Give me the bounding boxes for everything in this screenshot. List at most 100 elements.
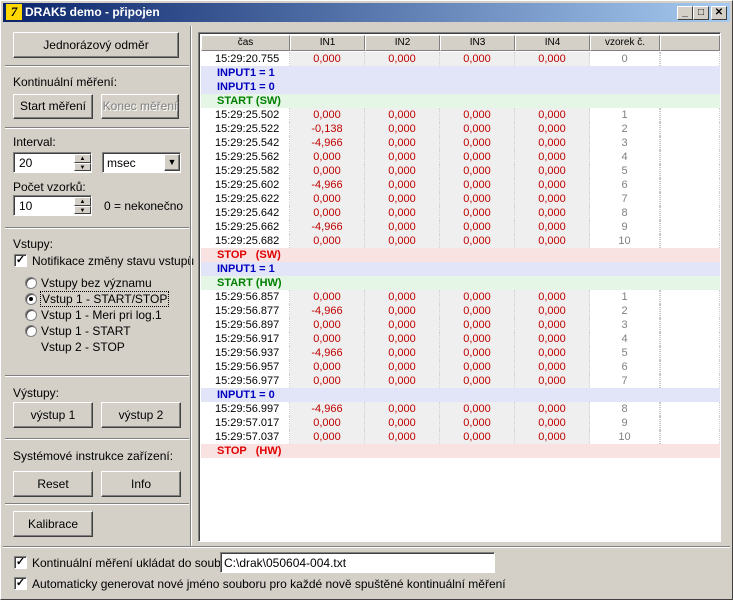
radio-start-stop[interactable] (25, 293, 37, 305)
table-row[interactable]: 15:29:25.622 0,000 0,000 0,000 0,000 7 (201, 192, 720, 206)
table-row[interactable]: 15:29:56.957 0,000 0,000 0,000 0,000 6 (201, 360, 720, 374)
event-row[interactable]: INPUT1 = 0 (201, 80, 720, 94)
check-icon: ✓ (15, 254, 26, 266)
start-measure-label: Start měření (19, 99, 87, 113)
column-header[interactable]: IN2 (365, 35, 440, 51)
radio-start-stop-split-line2: Vstup 2 - STOP (41, 340, 125, 354)
output2-button[interactable]: výstup 2 (101, 402, 181, 428)
empty-cell (660, 304, 720, 318)
auto-name-label[interactable]: Automaticky generovat nové jméno souboru… (32, 577, 506, 591)
column-header[interactable]: IN4 (515, 35, 590, 51)
maximize-button[interactable]: □ (693, 6, 709, 20)
event-row[interactable]: INPUT1 = 0 (201, 388, 720, 402)
table-row[interactable]: 15:29:25.642 0,000 0,000 0,000 0,000 8 (201, 206, 720, 220)
in3-cell: 0,000 (440, 416, 515, 430)
event-row[interactable]: INPUT1 = 1 (201, 66, 720, 80)
table-row[interactable]: 15:29:25.542 -4,966 0,000 0,000 0,000 3 (201, 136, 720, 150)
column-header[interactable]: IN1 (290, 35, 365, 51)
radio-start-stop-split-label[interactable]: Vstup 1 - START (41, 324, 131, 338)
stop-measure-button[interactable]: Konec měření (101, 94, 179, 119)
close-button[interactable]: ✕ (711, 6, 727, 20)
reset-button[interactable]: Reset (13, 471, 93, 497)
interval-input[interactable]: 20 ▲ ▼ (13, 152, 92, 173)
in2-cell: 0,000 (365, 402, 440, 416)
table-row[interactable]: 15:29:25.522 -0,138 0,000 0,000 0,000 2 (201, 122, 720, 136)
app-icon[interactable]: 7 (6, 4, 22, 20)
notify-checkbox[interactable]: ✓ (14, 254, 27, 267)
table-row[interactable]: 15:29:56.877 -4,966 0,000 0,000 0,000 2 (201, 304, 720, 318)
save-to-file-checkbox[interactable]: ✓ (14, 556, 27, 569)
in2-cell: 0,000 (365, 304, 440, 318)
in3-cell: 0,000 (440, 136, 515, 150)
table-row[interactable]: 15:29:25.662 -4,966 0,000 0,000 0,000 9 (201, 220, 720, 234)
event-row[interactable]: STOP (HW) (201, 444, 720, 458)
time-cell: 15:29:56.957 (201, 360, 290, 374)
calibration-button[interactable]: Kalibrace (13, 511, 93, 537)
radio-no-meaning-label[interactable]: Vstupy bez významu (41, 276, 152, 290)
save-to-file-label[interactable]: Kontinuální měření ukládat do souboru: (32, 556, 241, 570)
radio-measure-log1-label[interactable]: Vstup 1 - Meri pri log.1 (41, 308, 162, 322)
time-cell: 15:29:56.917 (201, 332, 290, 346)
spin-down-icon[interactable]: ▼ (74, 205, 91, 214)
auto-name-checkbox[interactable]: ✓ (14, 577, 27, 590)
minimize-icon: _ (682, 7, 688, 18)
table-row[interactable]: 15:29:25.582 0,000 0,000 0,000 0,000 5 (201, 164, 720, 178)
spin-down-icon[interactable]: ▼ (74, 162, 91, 171)
interval-spinner[interactable]: ▲ ▼ (74, 154, 91, 171)
spin-up-icon[interactable]: ▲ (74, 154, 91, 163)
measurement-table[interactable]: čas IN1 IN2 IN3 IN4 vzorek č. 15:29:20.7… (198, 32, 721, 542)
single-measure-button[interactable]: Jednorázový odměr (13, 32, 179, 58)
radio-no-meaning[interactable] (25, 277, 37, 289)
sample-count-input[interactable]: 10 ▲ ▼ (13, 195, 92, 216)
sample-number-cell: 4 (590, 150, 660, 164)
in2-cell: 0,000 (365, 122, 440, 136)
column-header[interactable]: vzorek č. (590, 35, 660, 51)
in3-cell: 0,000 (440, 178, 515, 192)
table-row[interactable]: 15:29:57.037 0,000 0,000 0,000 0,000 10 (201, 430, 720, 444)
table-row[interactable]: 15:29:57.017 0,000 0,000 0,000 0,000 9 (201, 416, 720, 430)
table-row[interactable]: 15:29:25.682 0,000 0,000 0,000 0,000 10 (201, 234, 720, 248)
radio-measure-log1[interactable] (25, 309, 37, 321)
table-row[interactable]: 15:29:56.857 0,000 0,000 0,000 0,000 1 (201, 290, 720, 304)
event-row[interactable]: START (HW) (201, 276, 720, 290)
output1-button[interactable]: výstup 1 (13, 402, 93, 428)
radio-start-stop-label[interactable]: Vstup 1 - START/STOP (40, 291, 170, 307)
title-bar[interactable]: 7 DRAK5 demo - připojen _ □ ✕ (3, 3, 730, 22)
sample-count-label: Počet vzorků: (13, 180, 86, 194)
table-row[interactable]: 15:29:20.755 0,000 0,000 0,000 0,000 0 (201, 52, 720, 66)
event-row[interactable]: STOP (SW) (201, 248, 720, 262)
info-button[interactable]: Info (101, 471, 181, 497)
event-row[interactable]: INPUT1 = 1 (201, 262, 720, 276)
event-text: STOP (SW) (217, 249, 281, 261)
chevron-down-icon[interactable]: ▼ (164, 154, 180, 171)
table-row[interactable]: 15:29:56.977 0,000 0,000 0,000 0,000 7 (201, 374, 720, 388)
table-row[interactable]: 15:29:56.917 0,000 0,000 0,000 0,000 4 (201, 332, 720, 346)
table-row[interactable]: 15:29:56.897 0,000 0,000 0,000 0,000 3 (201, 318, 720, 332)
minimize-button[interactable]: _ (677, 6, 693, 20)
start-measure-button[interactable]: Start měření (13, 94, 93, 119)
radio-start-stop-split[interactable] (25, 325, 37, 337)
notify-checkbox-label[interactable]: Notifikace změny stavu vstupů (32, 254, 194, 268)
sample-count-spinner[interactable]: ▲ ▼ (74, 197, 91, 214)
sample-number-cell: 10 (590, 234, 660, 248)
stop-measure-label: Konec měření (102, 99, 178, 113)
empty-cell (660, 374, 720, 388)
event-row[interactable]: START (SW) (201, 94, 720, 108)
table-row[interactable]: 15:29:25.602 -4,966 0,000 0,000 0,000 6 (201, 178, 720, 192)
in3-cell: 0,000 (440, 430, 515, 444)
empty-cell (660, 234, 720, 248)
table-row[interactable]: 15:29:25.562 0,000 0,000 0,000 0,000 4 (201, 150, 720, 164)
table-row[interactable]: 15:29:56.937 -4,966 0,000 0,000 0,000 5 (201, 346, 720, 360)
empty-cell (660, 220, 720, 234)
interval-unit-select[interactable]: msec ▼ (102, 152, 181, 173)
file-path-input[interactable]: C:\drak\050604-004.txt (220, 552, 495, 573)
column-header[interactable]: čas (201, 35, 290, 51)
column-header[interactable]: IN3 (440, 35, 515, 51)
time-cell: 15:29:20.755 (201, 52, 290, 66)
in1-cell: -4,966 (290, 402, 365, 416)
in3-cell: 0,000 (440, 52, 515, 66)
table-row[interactable]: 15:29:25.502 0,000 0,000 0,000 0,000 1 (201, 108, 720, 122)
in3-cell: 0,000 (440, 374, 515, 388)
table-row[interactable]: 15:29:56.997 -4,966 0,000 0,000 0,000 8 (201, 402, 720, 416)
spin-up-icon[interactable]: ▲ (74, 197, 91, 206)
